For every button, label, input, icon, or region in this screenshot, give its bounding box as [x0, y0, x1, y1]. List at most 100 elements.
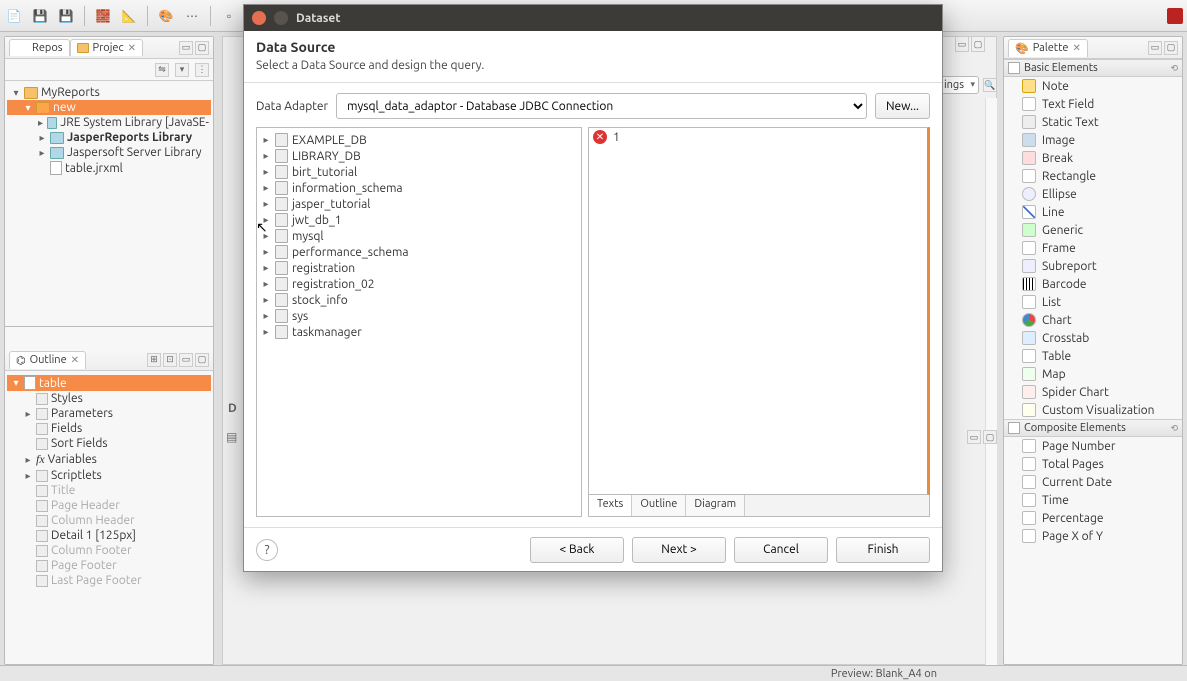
close-icon[interactable]: ✕ [1073, 42, 1081, 54]
tab-outline[interactable]: ⌬ Outline ✕ [9, 351, 86, 369]
tree-jss-lib[interactable]: ▸Jaspersoft Server Library [7, 145, 211, 160]
palette-item-totalpages[interactable]: Total Pages [1004, 455, 1182, 473]
min-icon[interactable]: ▭ [179, 41, 193, 55]
db-perf-schema[interactable]: ▸performance_schema [261, 244, 577, 260]
palette-item-line[interactable]: Line [1004, 203, 1182, 221]
tab-repository[interactable]: Repos [9, 39, 70, 56]
outline-btn1-icon[interactable]: ⊞ [147, 353, 161, 367]
tab-outline[interactable]: Outline [632, 495, 686, 516]
tree-root[interactable]: ▾MyReports [7, 85, 211, 100]
link-editor-icon[interactable]: ⇋ [155, 63, 169, 77]
palette-item-statictext[interactable]: Static Text [1004, 113, 1182, 131]
new-icon[interactable]: 📄 [4, 6, 24, 26]
window-minimize-icon[interactable] [274, 11, 288, 25]
format-icon[interactable]: 📐 [119, 6, 139, 26]
palette-item-barcode[interactable]: Barcode [1004, 275, 1182, 293]
outline-item-fields[interactable]: Fields [7, 421, 211, 436]
data-adapter-select[interactable]: mysql_data_adaptor - Database JDBC Conne… [336, 93, 867, 119]
palette-item-note[interactable]: Note [1004, 77, 1182, 95]
db-library[interactable]: ▸LIBRARY_DB [261, 148, 577, 164]
properties-icon[interactable]: ▤ [226, 430, 237, 444]
palette-item-pagexofy[interactable]: Page X of Y [1004, 527, 1182, 545]
db-example[interactable]: ▸EXAMPLE_DB [261, 132, 577, 148]
tab-project-explorer[interactable]: Projec ✕ [70, 39, 143, 56]
settings-combo[interactable]: ings [937, 76, 979, 94]
palette-item-percentage[interactable]: Percentage [1004, 509, 1182, 527]
palette-item-subreport[interactable]: Subreport [1004, 257, 1182, 275]
outline-item-styles[interactable]: Styles [7, 391, 211, 406]
palette-item-spiderchart[interactable]: Spider Chart [1004, 383, 1182, 401]
tab-texts[interactable]: Texts [589, 495, 632, 516]
outline-item-pagefooter[interactable]: Page Footer [7, 558, 211, 573]
cancel-button[interactable]: Cancel [734, 537, 828, 563]
palette-toggle-icon[interactable]: 🎨 [156, 6, 176, 26]
prop-min-icon[interactable]: ▭ [967, 430, 981, 444]
sql-text-area[interactable]: ✕ 1 [588, 127, 930, 495]
palette-item-image[interactable]: Image [1004, 131, 1182, 149]
palette-item-frame[interactable]: Frame [1004, 239, 1182, 257]
palette-item-list[interactable]: List [1004, 293, 1182, 311]
outline-btn2-icon[interactable]: ⊡ [163, 353, 177, 367]
outline-item-title[interactable]: Title [7, 483, 211, 498]
palette-scroll[interactable]: Basic Elements⟲ Note Text Field Static T… [1004, 59, 1182, 664]
new-adapter-button[interactable]: New... [875, 93, 930, 119]
menu-icon[interactable]: ⋮ [195, 63, 209, 77]
outline-item-variables[interactable]: ▸fxVariables [7, 451, 211, 468]
save-all-icon[interactable]: 💾 [56, 6, 76, 26]
outline-min-icon[interactable]: ▭ [179, 353, 193, 367]
next-button[interactable]: Next > [632, 537, 726, 563]
palette-item-chart[interactable]: Chart [1004, 311, 1182, 329]
outline-item-scriptlets[interactable]: ▸Scriptlets [7, 468, 211, 483]
palette-min-icon[interactable]: ▭ [1148, 41, 1162, 55]
tree-folder-new[interactable]: ▾new [7, 100, 211, 115]
palette-item-currentdate[interactable]: Current Date [1004, 473, 1182, 491]
jasper-perspective-icon[interactable] [1167, 8, 1183, 24]
palette-item-custom[interactable]: Custom Visualization [1004, 401, 1182, 419]
outline-item-pageheader[interactable]: Page Header [7, 498, 211, 513]
editor-min-icon[interactable]: ▭ [955, 36, 969, 52]
editor-max-icon[interactable]: ▢ [971, 36, 985, 52]
palette-item-ellipse[interactable]: Ellipse [1004, 185, 1182, 203]
max-icon[interactable]: ▢ [195, 41, 209, 55]
db-sys[interactable]: ▸sys [261, 308, 577, 324]
db-info-schema[interactable]: ▸information_schema [261, 180, 577, 196]
help-button[interactable]: ? [256, 539, 278, 561]
palette-item-pagenumber[interactable]: Page Number [1004, 437, 1182, 455]
outline-item-sortfields[interactable]: Sort Fields [7, 436, 211, 451]
db-jasper-tutorial[interactable]: ▸jasper_tutorial [261, 196, 577, 212]
db-jwt[interactable]: ▸jwt_db_1 [261, 212, 577, 228]
prop-max-icon[interactable]: ▢ [983, 430, 997, 444]
save-icon[interactable]: 💾 [30, 6, 50, 26]
db-registration[interactable]: ▸registration [261, 260, 577, 276]
palette-item-crosstab[interactable]: Crosstab [1004, 329, 1182, 347]
drawer-basic-elements[interactable]: Basic Elements⟲ [1004, 59, 1182, 77]
tree-jre-lib[interactable]: ▸JRE System Library [JavaSE- [7, 115, 211, 130]
tab-diagram[interactable]: Diagram [686, 495, 745, 516]
outline-item-columnheader[interactable]: Column Header [7, 513, 211, 528]
palette-item-table[interactable]: Table [1004, 347, 1182, 365]
window-close-icon[interactable] [252, 11, 266, 25]
more-icon[interactable]: ⋯ [182, 6, 202, 26]
outline-item-lastpagefooter[interactable]: Last Page Footer [7, 573, 211, 588]
db-schema-tree[interactable]: ▸EXAMPLE_DB ▸LIBRARY_DB ▸birt_tutorial ▸… [256, 127, 582, 517]
outline-item-parameters[interactable]: ▸Parameters [7, 406, 211, 421]
zoom-icon[interactable]: 🔍 [983, 78, 997, 92]
tree-file-table[interactable]: table.jrxml [7, 160, 211, 176]
palette-item-generic[interactable]: Generic [1004, 221, 1182, 239]
palette-item-break[interactable]: Break [1004, 149, 1182, 167]
outline-max-icon[interactable]: ▢ [195, 353, 209, 367]
palette-max-icon[interactable]: ▢ [1164, 41, 1178, 55]
outline-item-columnfooter[interactable]: Column Footer [7, 543, 211, 558]
db-taskmanager[interactable]: ▸taskmanager [261, 324, 577, 340]
db-stockinfo[interactable]: ▸stock_info [261, 292, 577, 308]
palette-item-textfield[interactable]: Text Field [1004, 95, 1182, 113]
extra1-icon[interactable]: ▫ [219, 6, 239, 26]
close-icon[interactable]: ✕ [128, 42, 136, 54]
close-icon[interactable]: ✕ [71, 354, 79, 366]
drawer-composite-elements[interactable]: Composite Elements⟲ [1004, 419, 1182, 437]
palette-item-time[interactable]: Time [1004, 491, 1182, 509]
outline-root[interactable]: ▾table [7, 375, 211, 391]
outline-item-detail1[interactable]: Detail 1 [125px] [7, 528, 211, 543]
collapse-icon[interactable]: ▾ [175, 63, 189, 77]
tab-palette[interactable]: 🎨 Palette ✕ [1008, 39, 1088, 57]
